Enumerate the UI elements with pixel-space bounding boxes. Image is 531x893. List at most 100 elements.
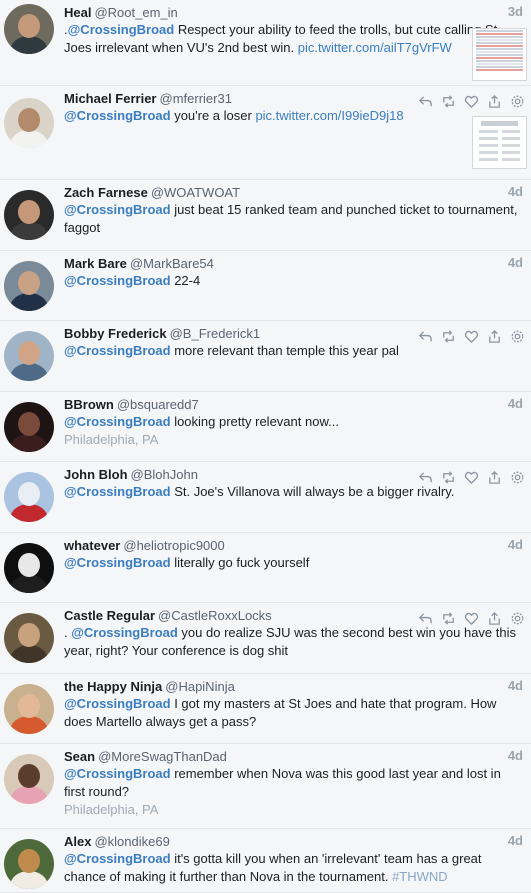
user-handle[interactable]: @bsquaredd7 <box>117 397 199 412</box>
tweet-text: @CrossingBroad I got my masters at St Jo… <box>64 695 521 731</box>
user-handle[interactable]: @BlohJohn <box>131 467 198 482</box>
tweet-item[interactable]: Zach Farnese @WOATWOAT @CrossingBroad just… <box>0 180 531 251</box>
retweet-icon[interactable] <box>441 470 456 485</box>
share-icon[interactable] <box>487 329 502 344</box>
avatar[interactable] <box>4 839 54 889</box>
avatar-head <box>18 694 40 718</box>
avatar[interactable] <box>4 402 54 452</box>
user-handle[interactable]: @CastleRoxxLocks <box>158 608 272 623</box>
tweet-item[interactable]: Heal @Root_em_in .@CrossingBroad Respect y… <box>0 0 531 86</box>
tweet-timestamp[interactable]: 4d <box>508 678 523 693</box>
retweet-icon[interactable] <box>441 329 456 344</box>
tweet-item[interactable]: Alex @klondike69 @CrossingBroad it's gotta… <box>0 829 531 893</box>
avatar[interactable] <box>4 543 54 593</box>
image-thumbnail[interactable] <box>472 116 527 169</box>
tweet-item[interactable]: BBrown @bsquaredd7 @CrossingBroad looking … <box>0 392 531 462</box>
gear-icon[interactable] <box>510 470 525 485</box>
avatar[interactable] <box>4 472 54 522</box>
share-icon[interactable] <box>487 470 502 485</box>
avatar[interactable] <box>4 261 54 311</box>
user-handle[interactable]: @klondike69 <box>94 834 169 849</box>
gear-icon[interactable] <box>510 329 525 344</box>
hashtag-link[interactable]: #THWND <box>392 869 448 884</box>
user-handle[interactable]: @heliotropic9000 <box>123 538 224 553</box>
tweet-text-segment: you're a loser <box>170 108 256 123</box>
mention-link[interactable]: @CrossingBroad <box>64 414 171 429</box>
tweet-timestamp[interactable]: 4d <box>508 748 523 763</box>
mention-link[interactable]: @CrossingBroad <box>64 484 171 499</box>
user-name[interactable]: Heal <box>64 5 91 20</box>
mention-link[interactable]: @CrossingBroad <box>64 555 171 570</box>
like-icon[interactable] <box>464 611 479 626</box>
user-name[interactable]: Bobby Frederick <box>64 326 167 341</box>
share-icon[interactable] <box>487 611 502 626</box>
user-name[interactable]: John Bloh <box>64 467 128 482</box>
user-name[interactable]: Zach Farnese <box>64 185 148 200</box>
like-icon[interactable] <box>464 470 479 485</box>
user-handle[interactable]: @B_Frederick1 <box>170 326 261 341</box>
tweet-timestamp[interactable]: 4d <box>508 184 523 199</box>
mention-link[interactable]: @CrossingBroad <box>64 766 171 781</box>
user-name[interactable]: Castle Regular <box>64 608 155 623</box>
tweet-item[interactable]: John Bloh @BlohJohn @CrossingBroad St. Joe… <box>0 462 531 533</box>
link-link[interactable]: pic.twitter.com/I99ieD9j18 <box>255 108 403 123</box>
user-name[interactable]: BBrown <box>64 397 114 412</box>
user-name[interactable]: the Happy Ninja <box>64 679 162 694</box>
reply-icon[interactable] <box>418 611 433 626</box>
mention-link[interactable]: @CrossingBroad <box>64 108 171 123</box>
mention-link[interactable]: @CrossingBroad <box>64 202 171 217</box>
user-name[interactable]: Alex <box>64 834 91 849</box>
tweet-item[interactable]: Bobby Frederick @B_Frederick1 @CrossingBro… <box>0 321 531 392</box>
avatar-body <box>10 434 48 452</box>
tweet-item[interactable]: the Happy Ninja @HapiNinja @CrossingBroad … <box>0 674 531 744</box>
link-link[interactable]: pic.twitter.com/ailT7gVrFW <box>298 40 452 55</box>
avatar[interactable] <box>4 4 54 54</box>
user-name[interactable]: whatever <box>64 538 120 553</box>
tweet-timestamp[interactable]: 4d <box>508 396 523 411</box>
tweet-item[interactable]: Castle Regular @CastleRoxxLocks. @Crossin… <box>0 603 531 674</box>
gear-icon[interactable] <box>510 611 525 626</box>
tweet-timestamp[interactable]: 4d <box>508 537 523 552</box>
user-handle[interactable]: @Root_em_in <box>94 5 177 20</box>
mention-link[interactable]: @CrossingBroad <box>64 343 171 358</box>
retweet-icon[interactable] <box>441 94 456 109</box>
tweet-timestamp[interactable]: 4d <box>508 833 523 848</box>
user-handle[interactable]: @WOATWOAT <box>151 185 240 200</box>
tweet-item[interactable]: Sean @MoreSwagThanDad @CrossingBroad remem… <box>0 744 531 829</box>
reply-icon[interactable] <box>418 329 433 344</box>
mention-link[interactable]: @CrossingBroad <box>64 273 171 288</box>
tweet-item[interactable]: Mark Bare @MarkBare54 @CrossingBroad 22-4 4… <box>0 251 531 321</box>
tweet-item[interactable]: whatever @heliotropic9000 @CrossingBroad l… <box>0 533 531 603</box>
user-handle[interactable]: @MoreSwagThanDad <box>98 749 227 764</box>
reply-icon[interactable] <box>418 470 433 485</box>
user-handle[interactable]: @mferrier31 <box>160 91 232 106</box>
user-name[interactable]: Sean <box>64 749 95 764</box>
like-icon[interactable] <box>464 94 479 109</box>
mention-link[interactable]: @CrossingBroad <box>64 696 171 711</box>
avatar[interactable] <box>4 613 54 663</box>
avatar[interactable] <box>4 98 54 148</box>
retweet-icon[interactable] <box>441 611 456 626</box>
gear-icon[interactable] <box>510 94 525 109</box>
mention-link[interactable]: @CrossingBroad <box>68 22 175 37</box>
mention-link[interactable]: @CrossingBroad <box>71 625 178 640</box>
tweet-item[interactable]: Michael Ferrier @mferrier31 @CrossingBroad… <box>0 86 531 180</box>
user-name[interactable]: Michael Ferrier <box>64 91 157 106</box>
avatar[interactable] <box>4 754 54 804</box>
mention-link[interactable]: @CrossingBroad <box>64 851 171 866</box>
image-thumbnail[interactable] <box>472 28 527 81</box>
avatar-body <box>10 363 48 381</box>
user-handle[interactable]: @HapiNinja <box>165 679 235 694</box>
reply-icon[interactable] <box>418 94 433 109</box>
tweet-timestamp[interactable]: 4d <box>508 255 523 270</box>
user-handle[interactable]: @MarkBare54 <box>130 256 214 271</box>
avatar[interactable] <box>4 331 54 381</box>
avatar[interactable] <box>4 190 54 240</box>
share-icon[interactable] <box>487 94 502 109</box>
tweet-timestamp[interactable]: 3d <box>508 4 523 19</box>
like-icon[interactable] <box>464 329 479 344</box>
tweet-actions <box>418 329 525 344</box>
avatar[interactable] <box>4 684 54 734</box>
user-name[interactable]: Mark Bare <box>64 256 127 271</box>
tweet-text: @CrossingBroad 22-4 <box>64 272 521 290</box>
